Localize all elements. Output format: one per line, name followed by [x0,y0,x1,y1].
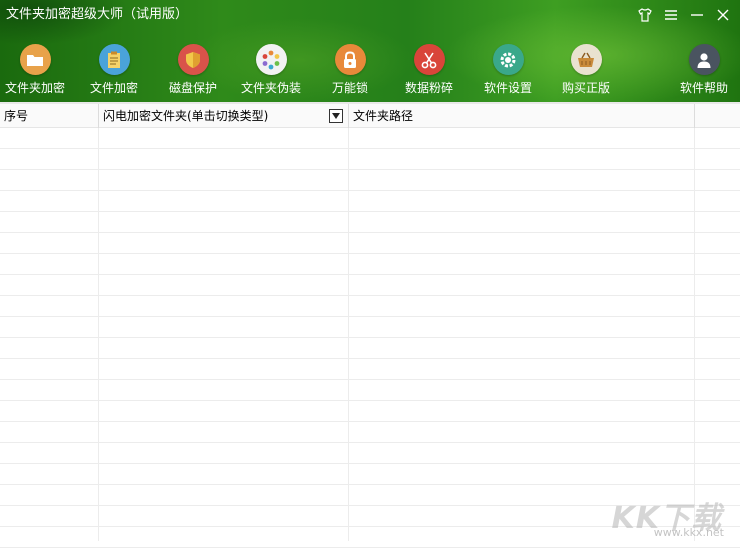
skin-shirt-icon[interactable] [634,4,656,26]
table-row[interactable] [0,401,740,422]
folder-lock-icon [19,44,51,75]
table-row[interactable] [0,359,740,380]
toolbar-universal-lock-button[interactable]: 万能锁 [310,44,390,100]
table-body [0,128,740,548]
toolbar-label: 软件设置 [483,81,532,95]
toolbar-buy-button[interactable]: 购买正版 [546,44,626,100]
toolbar-file-encrypt-button[interactable]: 文件加密 [74,44,154,100]
toolbar-label: 磁盘保护 [168,81,217,95]
toolbar-help-button[interactable]: 软件帮助 [664,44,740,100]
window-title: 文件夹加密超级大师（试用版） [6,7,189,22]
toolbar-label: 万能锁 [331,81,368,95]
table-row[interactable] [0,170,740,191]
column-divider [694,128,695,541]
title-bar: 文件夹加密超级大师（试用版） 文件夹加密 文件加密 磁盘保护 文件夹伪装 万能锁… [0,0,740,102]
column-divider [98,128,99,541]
table-row[interactable] [0,338,740,359]
toolbar-settings-button[interactable]: 软件设置 [468,44,548,100]
table-row[interactable] [0,128,740,149]
shield-icon [177,44,209,75]
document-icon [98,44,130,75]
close-icon[interactable] [712,4,734,26]
toolbar-folder-disguise-button[interactable]: 文件夹伪装 [231,44,311,100]
table-row[interactable] [0,443,740,464]
table-row[interactable] [0,422,740,443]
color-wheel-icon [255,44,287,75]
table-row[interactable] [0,464,740,485]
toolbar-data-shred-button[interactable]: 数据粉碎 [389,44,469,100]
table-row[interactable] [0,275,740,296]
table-row[interactable] [0,380,740,401]
watermark: KK下载 www.kkx.net [610,493,730,539]
watermark-url: www.kkx.net [653,526,724,539]
menu-icon[interactable] [660,4,682,26]
column-header-type[interactable]: 闪电加密文件夹(单击切换类型) [99,104,349,128]
table-row[interactable] [0,296,740,317]
toolbar-label: 数据粉碎 [404,81,453,95]
gear-icon [492,44,524,75]
toolbar-label: 购买正版 [561,81,610,95]
window-controls [634,4,734,26]
column-header-index[interactable]: 序号 [0,104,99,128]
table-header: 序号 闪电加密文件夹(单击切换类型) 文件夹路径 [0,102,740,128]
table-row[interactable] [0,191,740,212]
table-row[interactable] [0,317,740,338]
table-row[interactable] [0,233,740,254]
table-row[interactable] [0,212,740,233]
toolbar-label: 文件夹伪装 [240,81,301,95]
toolbar-label: 文件加密 [89,81,138,95]
column-header-path[interactable]: 文件夹路径 [349,104,695,128]
minimize-icon[interactable] [686,4,708,26]
scissors-icon [413,44,445,75]
toolbar-label: 软件帮助 [679,81,728,95]
toolbar-label: 文件夹加密 [4,81,65,95]
toolbar-disk-protect-button[interactable]: 磁盘保护 [153,44,233,100]
help-user-icon [688,44,720,75]
padlock-icon [334,44,366,75]
table-row[interactable] [0,149,740,170]
toolbar-folder-encrypt-button[interactable]: 文件夹加密 [0,44,75,100]
shopping-basket-icon [570,44,602,75]
column-divider [348,128,349,541]
type-dropdown-button[interactable] [329,109,343,123]
table-row[interactable] [0,254,740,275]
